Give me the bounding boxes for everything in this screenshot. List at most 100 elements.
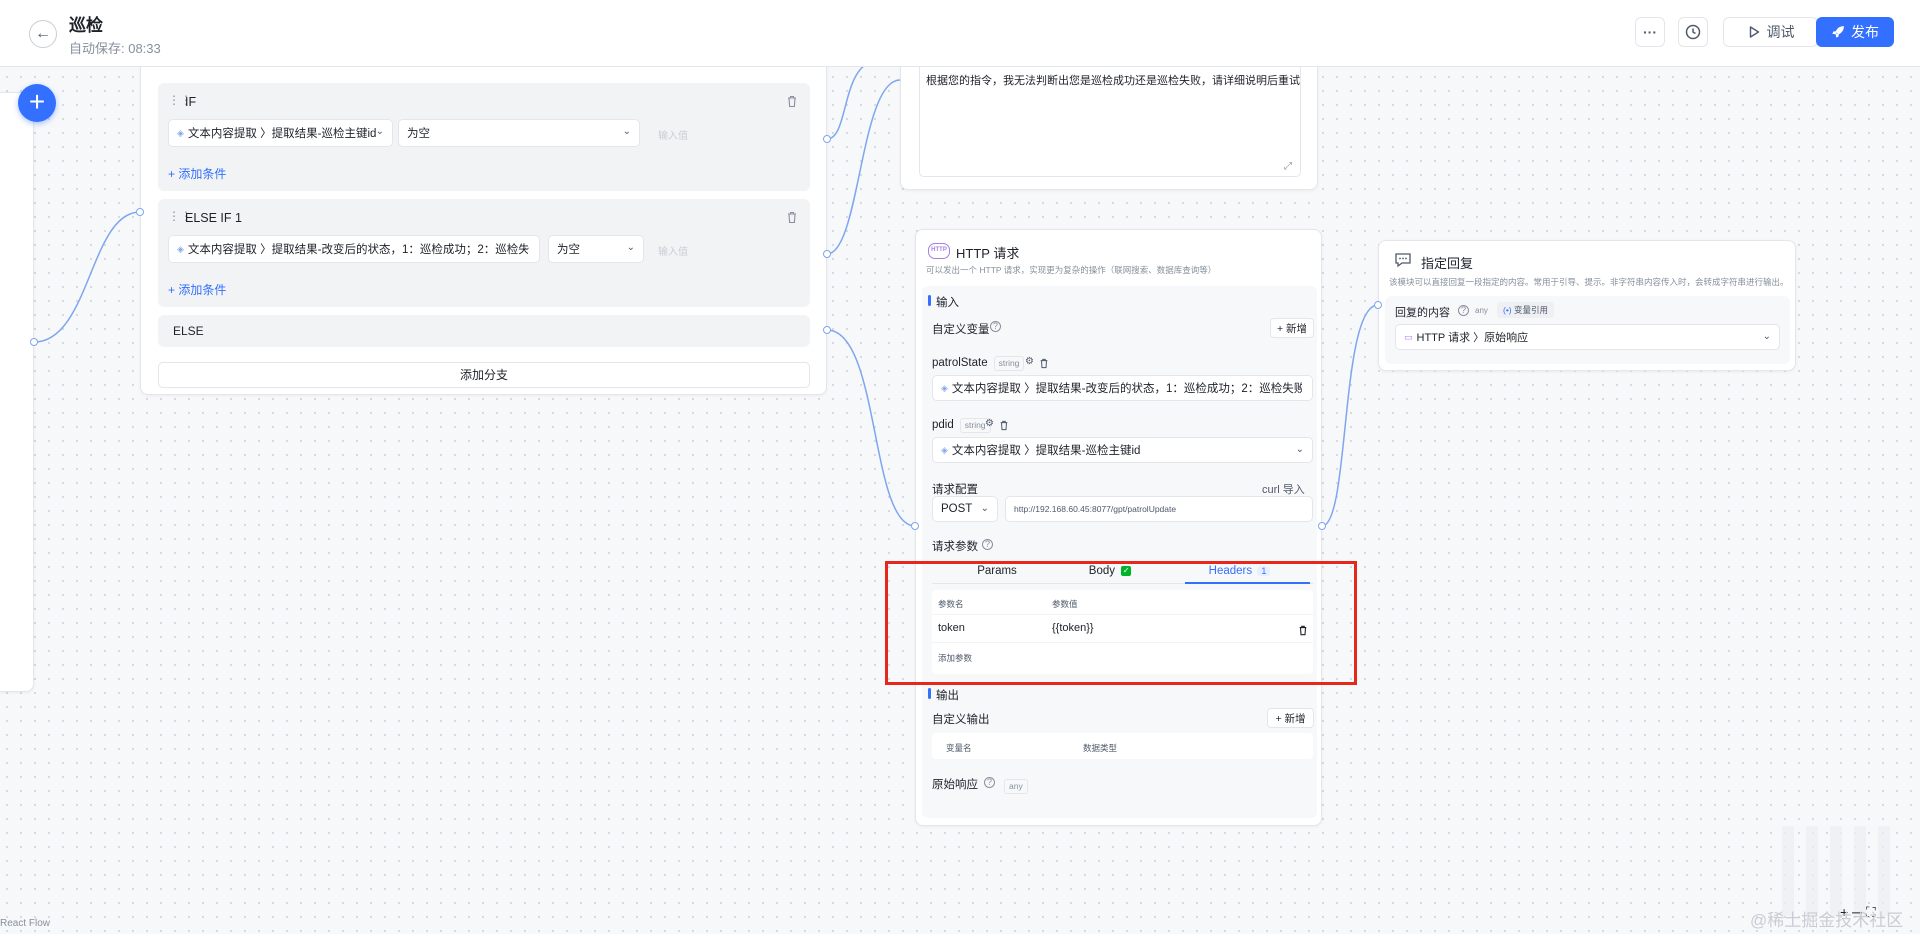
output-table: 变量名 数据类型 (932, 733, 1313, 759)
variable-node-icon: ◈ (941, 382, 948, 393)
page-title: 巡检 (69, 16, 103, 35)
add-branch-button[interactable]: 添加分支 (158, 362, 810, 388)
custom-vars-label: 自定义变量 (932, 324, 990, 336)
branch-label: IF (185, 95, 197, 109)
reply-body: 回复的内容 ? any (•) 变量引用 ▭ HTTP 请求 〉原始响应 ⌄ (1385, 296, 1790, 364)
type-tag: any (1004, 779, 1028, 794)
else-output-port[interactable] (823, 326, 831, 334)
output-col-name: 变量名 (946, 743, 972, 753)
expand-icon[interactable]: ⤢ (1284, 161, 1292, 172)
section-bar (928, 688, 931, 699)
condition-value-input[interactable]: 输入值 (658, 243, 688, 258)
variable-value-select[interactable]: ◈ 文本内容提取 〉提取结果-改变后的状态，1：巡检成功；2：巡检失败 ⌄ (932, 375, 1313, 401)
top-bar: ← 巡检 自动保存: 08:33 ··· 调试 发布 (0, 0, 1920, 67)
history-button[interactable] (1678, 17, 1708, 47)
http-input-port[interactable] (911, 522, 919, 530)
content-label: 回复的内容 (1395, 307, 1450, 319)
chevron-down-icon: ⌄ (622, 126, 631, 137)
condition-node[interactable]: ⋮⋮ IF ◈ 文本内容提取 〉提取结果-巡检主键id ⌄ 为空 ⌄ 输入值 +… (140, 50, 827, 395)
input-port[interactable] (136, 208, 144, 216)
back-button[interactable]: ← (29, 20, 57, 48)
url-input[interactable]: http://192.168.60.45:8077/gpt/patrolUpda… (1005, 496, 1313, 522)
branch-label: ELSE IF 1 (185, 211, 242, 225)
http-body: 输入 自定义变量 ? + 新增 patrolState string ⚙ ◈ 文本… (922, 286, 1317, 818)
output-col-type: 数据类型 (1083, 743, 1118, 753)
http-request-node[interactable]: HTTP HTTP 请求 可以发出一个 HTTP 请求，实现更为复杂的操作（联网… (915, 229, 1322, 826)
specified-reply-node[interactable]: 指定回复 该模块可以直接回复一段指定的内容。常用于引导、提示。非字符串内容传入时… (1378, 240, 1796, 371)
chevron-down-icon: ⌄ (375, 126, 384, 137)
reply-value-select[interactable]: ▭ HTTP 请求 〉原始响应 ⌄ (1395, 324, 1780, 350)
watermark: @稀土掘金技术社区 (1750, 911, 1904, 930)
add-condition-link[interactable]: + 添加条件 (168, 165, 226, 182)
else-if-output-port[interactable] (823, 250, 831, 258)
chevron-down-icon: ⌄ (1295, 382, 1304, 393)
if-output-port[interactable] (823, 135, 831, 143)
plus-icon: + (28, 86, 46, 117)
output-section-title: 输出 (936, 690, 959, 702)
variable-name: pdid string (932, 418, 991, 433)
add-condition-link[interactable]: + 添加条件 (168, 281, 226, 298)
branch-label: ELSE (173, 324, 204, 338)
variable-value-select[interactable]: ◈ 文本内容提取 〉提取结果-巡检主键id ⌄ (932, 437, 1313, 463)
request-params-label: 请求参数 (932, 541, 978, 553)
play-icon (1749, 26, 1759, 38)
trash-icon[interactable] (786, 211, 798, 229)
reply-text-area[interactable]: 根据您的指令，我无法判断出您是巡检成功还是巡检失败，请详细说明后重试 ⤢ (919, 61, 1301, 177)
trash-icon[interactable] (999, 418, 1009, 436)
gear-icon[interactable]: ⚙ (1025, 356, 1034, 367)
condition-variable-select[interactable]: ◈ 文本内容提取 〉提取结果-巡检主键id ⌄ (168, 119, 393, 147)
reply-text-node[interactable]: 根据您的指令，我无法判断出您是巡检成功还是巡检失败，请详细说明后重试 ⤢ (900, 50, 1318, 190)
custom-output-label: 自定义输出 (932, 714, 990, 726)
raw-response-type: any (998, 776, 1028, 794)
variable-ref-toggle[interactable]: (•) 变量引用 (1497, 302, 1555, 318)
message-icon (1394, 252, 1412, 273)
condition-operator-select[interactable]: 为空 ⌄ (398, 119, 640, 147)
add-variable-button[interactable]: + 新增 (1270, 318, 1314, 338)
chevron-down-icon: ⌄ (522, 242, 531, 253)
help-icon[interactable]: ? (1458, 305, 1469, 316)
rocket-icon (1832, 26, 1844, 38)
method-select[interactable]: POST ⌄ (932, 496, 998, 522)
gear-icon[interactable]: ⚙ (985, 418, 994, 429)
http-node-icon: ▭ (1404, 331, 1413, 342)
help-icon[interactable]: ? (990, 321, 1001, 332)
request-config-label: 请求配置 (932, 484, 978, 496)
section-bar (928, 295, 931, 306)
http-icon: HTTP (928, 243, 950, 259)
more-icon: ··· (1643, 24, 1657, 40)
variable-node-icon: ◈ (177, 127, 184, 138)
curl-import-link[interactable]: curl 导入 (1262, 481, 1305, 497)
condition-variable-select[interactable]: ◈ 文本内容提取 〉提取结果-改变后的状态，1：巡检成功；2：巡检失败 ⌄ (168, 235, 540, 263)
node-title: 指定回复 (1421, 256, 1474, 271)
trash-icon[interactable] (1039, 356, 1049, 374)
content-type: any (1475, 306, 1488, 315)
trash-icon[interactable] (786, 95, 798, 113)
help-icon[interactable]: ? (984, 777, 995, 788)
left-node-clipped (0, 92, 34, 692)
more-button[interactable]: ··· (1635, 17, 1665, 47)
minimap[interactable] (1782, 826, 1902, 916)
if-branch: ⋮⋮ IF ◈ 文本内容提取 〉提取结果-巡检主键id ⌄ 为空 ⌄ 输入值 +… (158, 83, 810, 191)
else-if-branch: ⋮⋮ ELSE IF 1 ◈ 文本内容提取 〉提取结果-改变后的状态，1：巡检成… (158, 199, 810, 307)
debug-button[interactable]: 调试 (1723, 17, 1818, 47)
help-icon[interactable]: ? (982, 539, 993, 550)
reply-input-port[interactable] (1374, 301, 1382, 309)
publish-button[interactable]: 发布 (1816, 17, 1894, 47)
variable-node-icon: ◈ (177, 243, 184, 254)
raw-response-label: 原始响应 (932, 779, 978, 791)
condition-operator-select[interactable]: 为空 ⌄ (548, 235, 644, 263)
add-output-button[interactable]: + 新增 (1267, 708, 1314, 728)
output-port[interactable] (30, 338, 38, 346)
arrow-left-icon: ← (35, 25, 51, 42)
add-node-button[interactable]: + (18, 84, 56, 122)
variable-node-icon: ◈ (941, 444, 948, 455)
condition-value-input[interactable]: 输入值 (658, 127, 688, 142)
autosave-status: 自动保存: 08:33 (69, 41, 161, 56)
variable-name: patrolState string (932, 356, 1025, 371)
http-output-port[interactable] (1318, 522, 1326, 530)
react-flow-attribution[interactable]: React Flow (0, 918, 50, 929)
chevron-down-icon: ⌄ (1762, 331, 1771, 342)
type-tag: string (993, 356, 1025, 371)
chevron-down-icon: ⌄ (1295, 444, 1304, 455)
input-section-title: 输入 (936, 297, 959, 309)
